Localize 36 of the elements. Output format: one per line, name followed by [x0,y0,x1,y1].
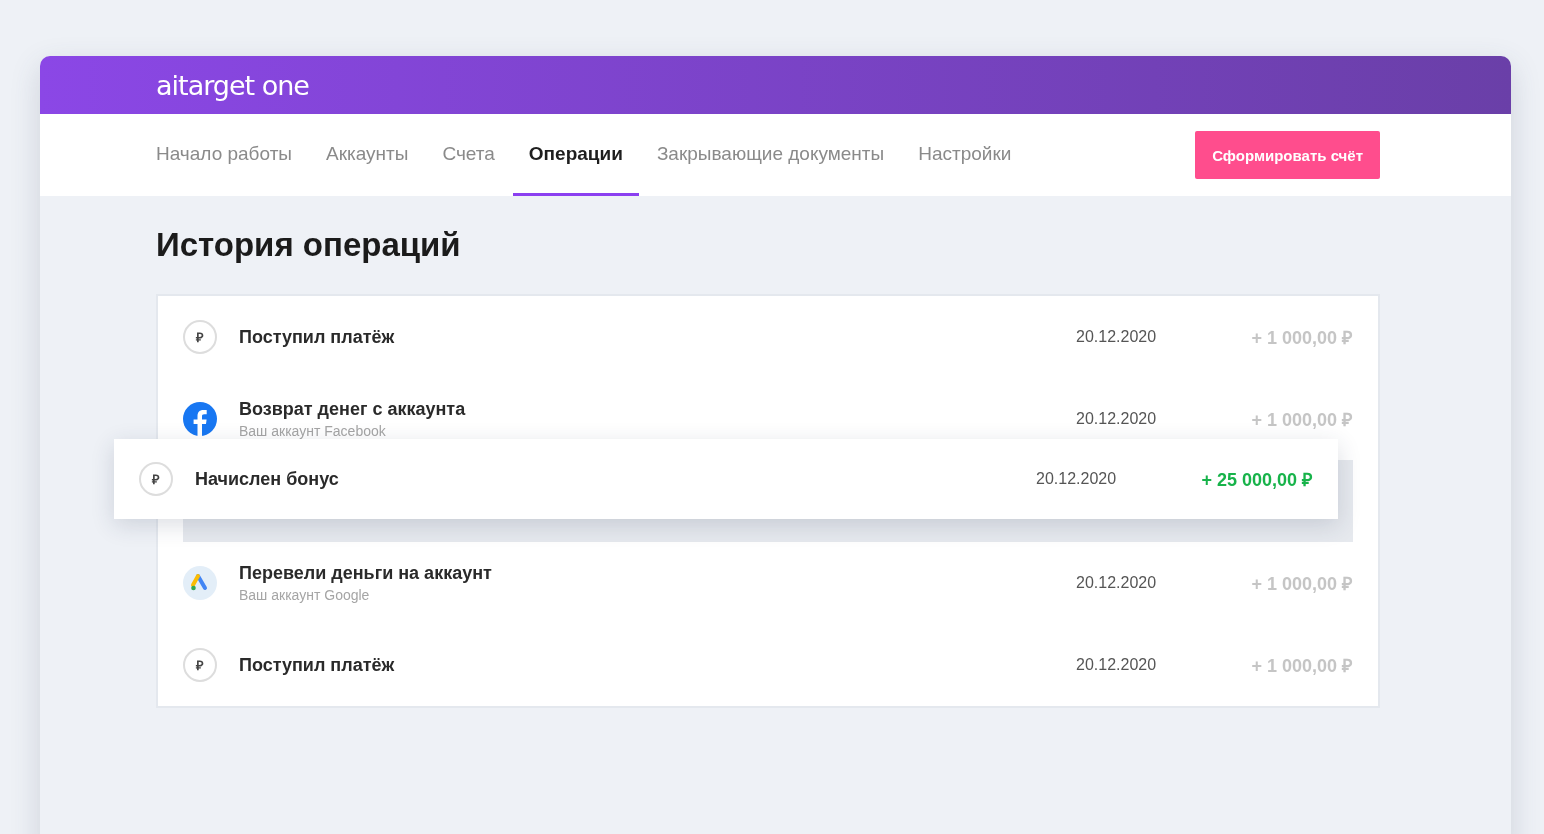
operation-amount: + 1 000,00 ₽ [1250,655,1352,677]
nav-tab[interactable]: Аккаунты [310,114,425,196]
operation-amount: + 1 000,00 ₽ [1250,573,1352,595]
account-label: Ваш аккаунт Google [239,587,371,603]
nav-tab[interactable]: Настройки [902,114,1028,196]
operation-amount: + 1 000,00 ₽ [1250,327,1352,349]
nav-tab[interactable]: Закрывающие документы [640,114,901,196]
nav-tab[interactable]: Счета [426,114,511,196]
logo[interactable]: aitarget one [156,69,309,101]
operation-row[interactable]: ₽ Поступил платёж 20.12.2020 + 1 000,00 ₽ [158,648,1378,682]
operation-row[interactable]: ₽ Начислен бонус 20.12.2020 + 25 000,00 ₽ [114,439,1338,519]
ruble-icon: ₽ [183,648,217,682]
operation-title: Поступил платёж [239,326,396,348]
create-invoice-button[interactable]: Сформировать счёт [1195,131,1380,179]
facebook-icon [183,402,217,436]
operation-title: Поступил платёж [239,654,396,676]
operation-row[interactable]: Возврат денег с аккаунта Ваш аккаунт Facebook 20.12.2020 + 1 000,00 ₽ [158,399,1378,439]
operation-row[interactable]: ₽ Поступил платёж 20.12.2020 + 1 000,00 ₽ [158,320,1378,354]
operation-title: Возврат денег с аккаунта [239,399,467,420]
ruble-icon: ₽ [183,320,217,354]
nav-tab[interactable]: Начало работы [156,114,308,196]
operation-title: Начислен бонус [195,468,340,490]
page-title: История операций [156,226,462,264]
ruble-icon: ₽ [139,462,173,496]
operation-date: 20.12.2020 [1076,410,1158,428]
account-label: Ваш аккаунт Facebook [239,423,387,439]
operation-date: 20.12.2020 [1036,470,1118,488]
nav-tab[interactable]: Операции [512,114,639,196]
ads-logo-icon [183,566,217,600]
operation-amount: + 1 000,00 ₽ [1250,409,1352,431]
operation-row[interactable]: Перевели деньги на аккаунт Ваш аккаунт Google 20.12.2020 + 1 000,00 ₽ [158,563,1378,603]
operation-title: Перевели деньги на аккаунт [239,563,493,584]
operation-date: 20.12.2020 [1076,328,1158,346]
operation-date: 20.12.2020 [1076,656,1158,674]
operation-amount: + 25 000,00 ₽ [1200,469,1312,491]
operation-date: 20.12.2020 [1076,574,1158,592]
